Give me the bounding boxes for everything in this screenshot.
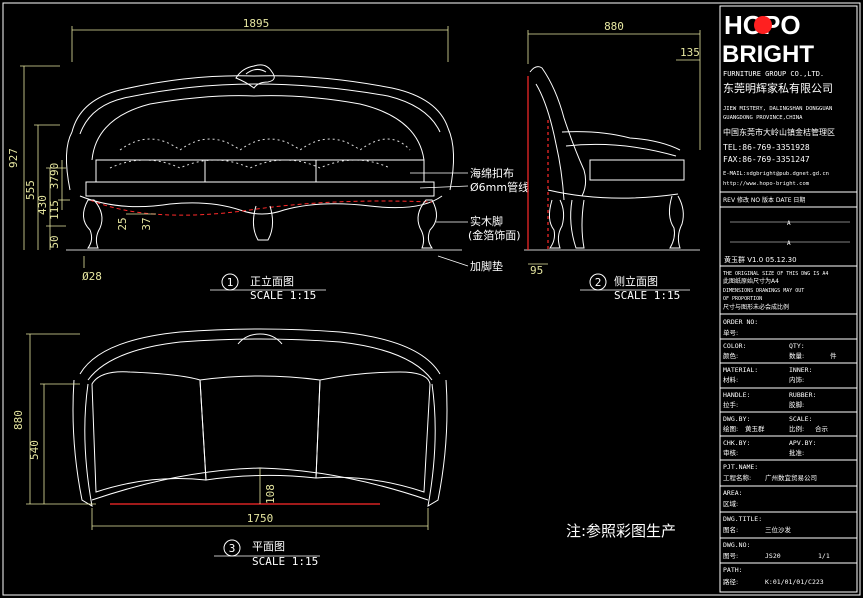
area-label-cn: 区域: <box>723 499 738 508</box>
material-label-en: MATERIAL: <box>723 366 758 374</box>
front-leg-diameter: Ø28 <box>82 270 102 283</box>
revision-mark-1: A <box>787 220 791 227</box>
side-label-number: 2 <box>595 276 602 289</box>
address-en-1: JIEW MISTERY, DALINGSHAN DONGGUAN <box>723 106 832 112</box>
logo-red-dot <box>754 16 772 34</box>
order-label-cn: 单号: <box>723 328 738 337</box>
address-en-2: GUANGDONG PROVINCE,CHINA <box>723 115 803 121</box>
project-value: 广州数宜贸易公司 <box>765 473 817 482</box>
address-cn: 中国东莞市大岭山镇金桔管理区 <box>723 127 835 137</box>
note-cn-2: 尺寸与图形未必会成比例 <box>723 303 789 311</box>
plan-label-title: 平面图 <box>252 540 285 553</box>
qty-value: 件 <box>830 351 837 360</box>
note-en-3: OF PROPORTION <box>723 296 762 302</box>
note-en-2: DIMENSIONS DRAWINGS MAY OUT <box>723 288 804 294</box>
production-note: 注:参照彩图生产 <box>566 522 676 540</box>
plan-width-dim: 1750 <box>247 512 274 525</box>
drawing-no-label-cn: 图号: <box>723 552 738 560</box>
plan-540-dim: 540 <box>28 440 41 460</box>
area-label-en: AREA: <box>723 489 743 497</box>
side-depth-dim: 880 <box>604 20 624 33</box>
front-3790-dim: 3790 <box>48 163 61 190</box>
plan-label-scale: SCALE 1:15 <box>252 555 318 568</box>
project-label-en: PJT.NAME: <box>723 463 758 471</box>
sheet-number: 1/1 <box>818 552 830 560</box>
drawn-by-value: 黄玉群 <box>745 424 765 433</box>
drawing-no-value: JS20 <box>765 552 781 560</box>
title-value: 三位沙发 <box>765 525 792 534</box>
front-115-dim: 115 <box>48 200 61 220</box>
rubber-label-cn: 胶脚: <box>789 400 804 409</box>
drawing-no-label-en: DWG.NO: <box>723 541 750 549</box>
approved-by-label-cn: 批准: <box>789 448 804 457</box>
front-label-title: 正立面图 <box>250 274 294 288</box>
side-label-scale: SCALE 1:15 <box>614 289 680 302</box>
order-label-en: ORDER NO: <box>723 318 758 326</box>
revision-header: REV 修改 NO 版本 DATE 日期 <box>723 196 805 204</box>
company-name-cn: 东莞明辉家私有限公司 <box>723 81 833 95</box>
revision-mark-2: A <box>787 240 791 247</box>
drawn-by-label-en: DWG.BY: <box>723 415 750 423</box>
scale-label-cn: 比例: <box>789 424 804 433</box>
callout-solid-wood-leg: 实木脚 <box>470 214 503 228</box>
fax: FAX:86-769-3351247 <box>723 155 810 164</box>
plan-depth-dim: 880 <box>12 410 25 430</box>
cad-drawing-sheet: 1895 927 555 430 3790 115 50 25 37 Ø28 海… <box>0 0 863 598</box>
path-label-cn: 路径: <box>723 577 738 586</box>
company-name-en: FURNITURE GROUP CO.,LTD. <box>723 70 824 78</box>
scale-value: 合示 <box>815 424 829 433</box>
front-25-dim: 25 <box>116 217 129 230</box>
front-height-dim: 927 <box>7 148 20 168</box>
title-label-cn: 图名: <box>723 525 738 534</box>
checked-by-label-en: CHK.BY: <box>723 439 750 447</box>
front-50-dim: 50 <box>48 235 61 248</box>
telephone: TEL:86-769-3351928 <box>723 143 810 152</box>
inner-label-en: INNER: <box>789 366 812 374</box>
path-value: K:01/01/01/C223 <box>765 578 824 586</box>
callout-gold-leaf: (金箔饰面) <box>468 228 521 242</box>
note-en-1: THE ORIGINAL SIZE OF THIS DWG IS A4 <box>723 271 828 277</box>
inner-label-cn: 内饰: <box>789 375 804 384</box>
note-cn-1: 此图纸原始尺寸为A4 <box>723 277 779 285</box>
side-95-dim: 95 <box>530 264 543 277</box>
email: E-MAIL:sdgbright@pub.dgnet.gd.cn <box>723 171 829 177</box>
front-label-number: 1 <box>227 276 234 289</box>
color-label-cn: 颜色: <box>723 351 738 360</box>
plan-label-number: 3 <box>229 542 236 555</box>
color-label-en: COLOR: <box>723 342 746 350</box>
handle-label-cn: 拉手: <box>723 400 738 409</box>
qty-label-en: QTY: <box>789 342 805 350</box>
handle-label-en: HANDLE: <box>723 391 750 399</box>
callout-sponge-fabric: 海绵扣布 <box>470 166 514 180</box>
rubber-label-en: RUBBER: <box>789 391 816 399</box>
approved-by-label-en: APV.BY: <box>789 439 816 447</box>
front-width-dim: 1895 <box>243 17 270 30</box>
path-label-en: PATH: <box>723 566 743 574</box>
qty-label-cn: 数量: <box>789 351 804 360</box>
checked-by-label-cn: 审核: <box>723 448 738 457</box>
scale-label-en: SCALE: <box>789 415 812 423</box>
logo-bright: BRIGHT <box>722 41 814 68</box>
front-label-scale: SCALE 1:15 <box>250 289 316 302</box>
revision-row: 黄玉群 V1.0 05.12.30 <box>724 255 797 264</box>
project-label-cn: 工程名称: <box>723 473 751 482</box>
material-label-cn: 材料: <box>723 375 738 384</box>
plan-108-dim: 108 <box>264 484 277 504</box>
title-label-en: DWG.TITLE: <box>723 515 762 523</box>
front-37-dim: 37 <box>140 217 153 230</box>
side-label-title: 侧立面图 <box>614 274 658 288</box>
callout-foot-pad: 加脚垫 <box>470 259 503 273</box>
callout-piping: Ø6mm管线 <box>470 180 529 194</box>
side-135-dim: 135 <box>680 46 700 59</box>
website: http://www.hopo-bright.com <box>723 181 810 187</box>
drawn-by-label-cn: 绘图: <box>723 424 738 433</box>
